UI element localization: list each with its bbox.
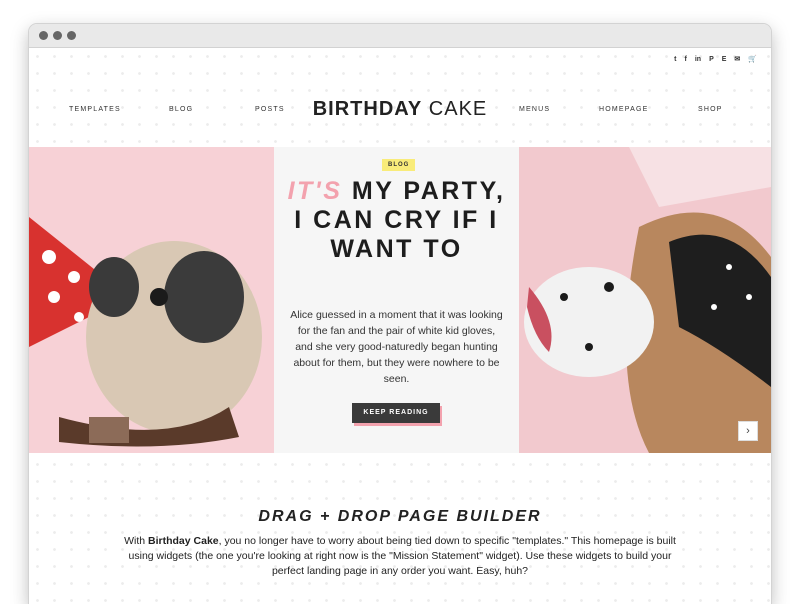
window-titlebar — [29, 24, 771, 48]
hero-slider: BLOG IT'S MY PARTY, I CAN CRY IF I WANT … — [29, 147, 771, 453]
post-title[interactable]: IT'S MY PARTY, I CAN CRY IF I WANT TO — [284, 177, 509, 264]
nav-menus[interactable]: MENUS — [519, 106, 550, 113]
category-tag[interactable]: BLOG — [382, 159, 416, 171]
linkedin-icon[interactable]: in — [695, 55, 701, 65]
nav-shop[interactable]: SHOP — [698, 106, 723, 113]
window-control-dot[interactable] — [53, 31, 62, 40]
mission-brand: Birthday Cake — [148, 535, 219, 547]
mail-icon[interactable]: ✉ — [734, 55, 740, 65]
twitter-icon[interactable]: t — [674, 55, 676, 65]
post-excerpt: Alice guessed in a moment that it was lo… — [290, 309, 503, 385]
facebook-icon[interactable]: f — [684, 55, 686, 65]
window-control-dot[interactable] — [39, 31, 48, 40]
window-control-dot[interactable] — [67, 31, 76, 40]
etsy-icon[interactable]: E — [722, 55, 727, 65]
logo-light: CAKE — [428, 98, 488, 120]
mission-text-start: With — [124, 535, 149, 547]
logo-bold: BIRTHDAY — [312, 98, 423, 120]
nav-homepage[interactable]: HOMEPAGE — [599, 106, 649, 113]
dalmatian-illustration — [519, 147, 771, 453]
mission-text: With Birthday Cake, you no longer have t… — [113, 534, 687, 579]
keep-reading-button[interactable]: KEEP READING — [352, 403, 440, 423]
cart-icon[interactable]: 🛒 — [748, 55, 757, 65]
dalmatian-woman-image — [519, 147, 771, 453]
web-page: t f in P E ✉ 🛒 TEMPLATES BLOG POSTS BIRT… — [29, 48, 771, 604]
site-logo[interactable]: BIRTHDAY CAKE — [29, 96, 771, 122]
browser-window: t f in P E ✉ 🛒 TEMPLATES BLOG POSTS BIRT… — [29, 24, 771, 604]
pinterest-icon[interactable]: P — [709, 55, 714, 65]
pug-illustration — [29, 147, 274, 453]
slider-next-arrow[interactable]: › — [738, 421, 758, 441]
mission-title: DRAG + DROP PAGE BUILDER — [258, 508, 542, 525]
social-icons: t f in P E ✉ 🛒 — [674, 55, 757, 65]
title-accent: IT'S — [287, 177, 343, 205]
pug-party-hat-image — [29, 147, 274, 453]
featured-post-card: BLOG IT'S MY PARTY, I CAN CRY IF I WANT … — [274, 147, 519, 453]
